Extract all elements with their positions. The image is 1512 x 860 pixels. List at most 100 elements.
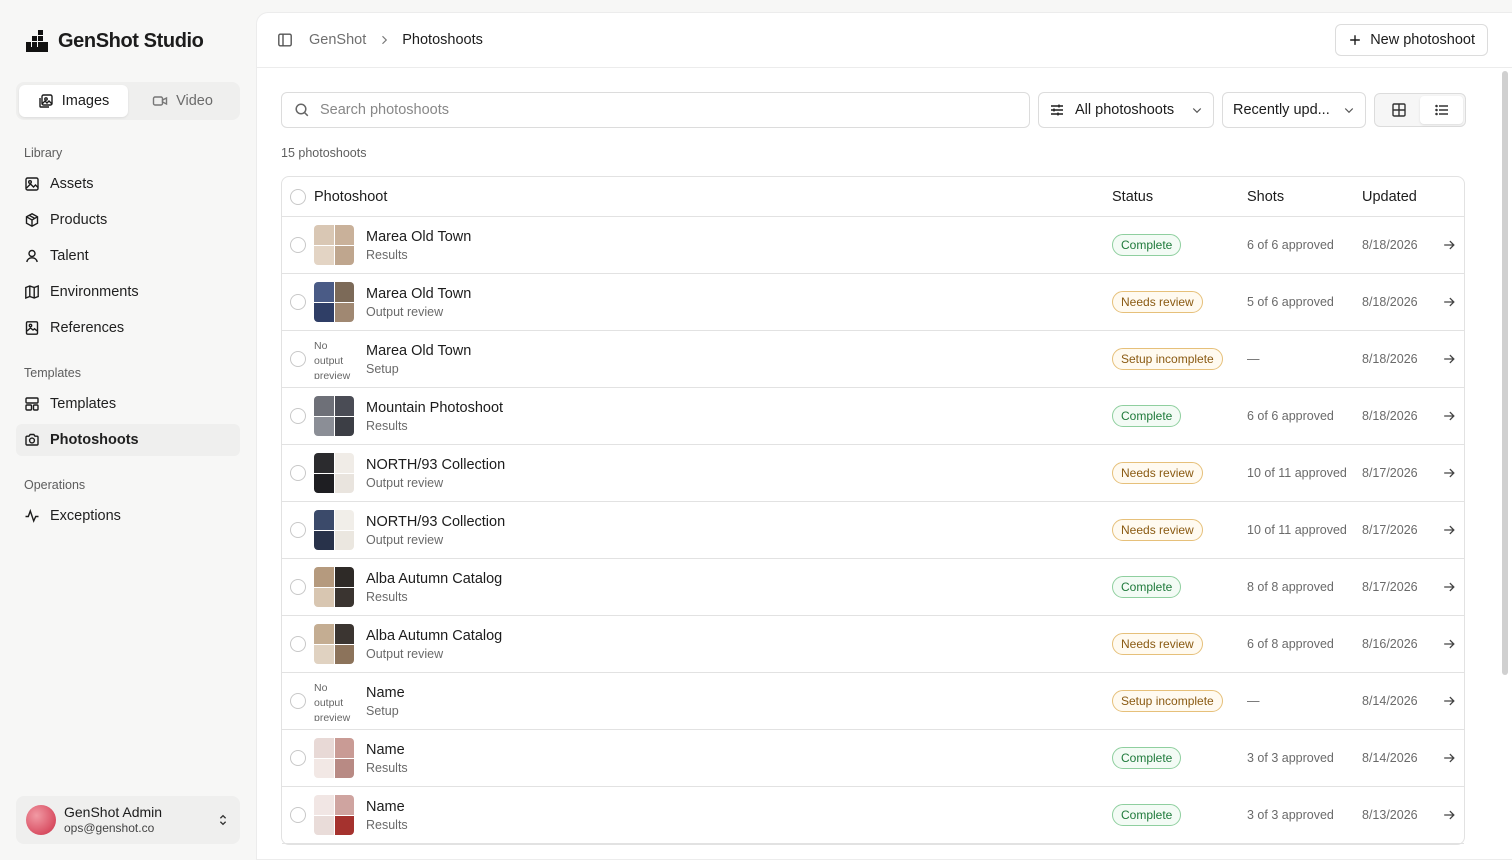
status-badge: Complete bbox=[1112, 804, 1182, 826]
table-row[interactable]: Alba Autumn Catalog Results Complete 8 o… bbox=[282, 559, 1464, 616]
arrow-right-icon[interactable] bbox=[1442, 466, 1456, 480]
updated-date: 8/18/2026 bbox=[1362, 238, 1418, 252]
status-badge: Setup incomplete bbox=[1112, 348, 1223, 370]
brand[interactable]: GenShot Studio bbox=[16, 0, 240, 82]
mode-images-button[interactable]: Images bbox=[19, 85, 128, 117]
row-checkbox[interactable] bbox=[290, 237, 306, 253]
activity-icon bbox=[25, 508, 39, 523]
shots-count: — bbox=[1247, 694, 1260, 708]
scrollbar[interactable] bbox=[1502, 71, 1508, 675]
sidebar-item-products[interactable]: Products bbox=[16, 204, 240, 236]
status-badge: Complete bbox=[1112, 234, 1182, 256]
chevron-right-icon bbox=[382, 35, 388, 45]
table-row[interactable]: NORTH/93 Collection Output review Needs … bbox=[282, 502, 1464, 559]
package-icon bbox=[25, 213, 39, 227]
row-title: Marea Old Town bbox=[366, 228, 472, 245]
status-badge: Needs review bbox=[1112, 519, 1203, 541]
status-badge: Complete bbox=[1112, 576, 1182, 598]
sidebar-item-environments[interactable]: Environments bbox=[16, 276, 240, 308]
shots-count: 8 of 8 approved bbox=[1247, 580, 1334, 594]
arrow-right-icon[interactable] bbox=[1442, 523, 1456, 537]
arrow-right-icon[interactable] bbox=[1442, 694, 1456, 708]
row-checkbox[interactable] bbox=[290, 465, 306, 481]
column-updated[interactable]: Updated bbox=[1362, 189, 1434, 205]
sort-select[interactable]: Recently upd... bbox=[1222, 92, 1366, 128]
arrow-right-icon[interactable] bbox=[1442, 637, 1456, 651]
table-row[interactable]: Alba Autumn Catalog Output review Needs … bbox=[282, 616, 1464, 673]
search-input[interactable]: Search photoshoots bbox=[281, 92, 1030, 128]
row-checkbox[interactable] bbox=[290, 807, 306, 823]
table-row[interactable]: NORTH/93 Collection Output review Needs … bbox=[282, 445, 1464, 502]
shots-count: 3 of 3 approved bbox=[1247, 751, 1334, 765]
row-title: Name bbox=[366, 741, 405, 758]
mode-video-button[interactable]: Video bbox=[128, 85, 237, 117]
arrow-right-icon[interactable] bbox=[1442, 751, 1456, 765]
row-checkbox[interactable] bbox=[290, 351, 306, 367]
arrow-right-icon[interactable] bbox=[1442, 295, 1456, 309]
table-row[interactable]: Name Results Complete 3 of 3 approved 8/… bbox=[282, 787, 1464, 844]
column-photoshoot[interactable]: Photoshoot bbox=[314, 189, 1112, 205]
sidebar-item-talent[interactable]: Talent bbox=[16, 240, 240, 272]
updated-date: 8/18/2026 bbox=[1362, 409, 1418, 423]
row-checkbox[interactable] bbox=[290, 750, 306, 766]
column-status[interactable]: Status bbox=[1112, 189, 1247, 205]
row-checkbox[interactable] bbox=[290, 579, 306, 595]
chevrons-up-down-icon bbox=[219, 814, 227, 826]
table-row[interactable]: No output preview Name Setup Setup incom… bbox=[282, 673, 1464, 730]
row-title: Marea Old Town bbox=[366, 342, 472, 359]
sliders-icon bbox=[1051, 104, 1063, 116]
row-checkbox[interactable] bbox=[290, 636, 306, 652]
updated-date: 8/17/2026 bbox=[1362, 466, 1418, 480]
photoshoot-thumbnail bbox=[314, 282, 354, 322]
user-menu[interactable]: GenShot Admin ops@genshot.co bbox=[16, 796, 240, 844]
sidebar-item-assets[interactable]: Assets bbox=[16, 168, 240, 200]
scope-filter-select[interactable]: All photoshoots bbox=[1038, 92, 1214, 128]
status-badge: Complete bbox=[1112, 405, 1182, 427]
result-count: 15 photoshoots bbox=[281, 146, 367, 160]
list-view-button[interactable] bbox=[1420, 96, 1463, 124]
sidebar-item-exceptions[interactable]: Exceptions bbox=[16, 500, 240, 532]
arrow-right-icon[interactable] bbox=[1442, 808, 1456, 822]
table-row[interactable]: No output preview Marea Old Town Setup S… bbox=[282, 331, 1464, 388]
updated-date: 8/14/2026 bbox=[1362, 694, 1418, 708]
grid-icon bbox=[1391, 103, 1406, 117]
photoshoot-thumbnail bbox=[314, 225, 354, 265]
sidebar-item-photoshoots[interactable]: Photoshoots bbox=[16, 424, 240, 456]
chevron-down-icon bbox=[1192, 108, 1202, 114]
arrow-right-icon[interactable] bbox=[1442, 238, 1456, 252]
row-title: Alba Autumn Catalog bbox=[366, 627, 503, 644]
sort-value: Recently upd... bbox=[1233, 102, 1330, 118]
sidebar-toggle-icon[interactable] bbox=[277, 32, 293, 48]
no-preview-placeholder: No output preview bbox=[314, 340, 351, 379]
grid-view-button[interactable] bbox=[1377, 96, 1420, 124]
column-shots[interactable]: Shots bbox=[1247, 189, 1362, 205]
new-photoshoot-button[interactable]: New photoshoot bbox=[1335, 24, 1488, 56]
row-subtitle: Results bbox=[366, 817, 408, 832]
select-all-checkbox[interactable] bbox=[290, 188, 306, 205]
table-row[interactable]: Name Results Complete 3 of 3 approved 8/… bbox=[282, 730, 1464, 787]
arrow-right-icon[interactable] bbox=[1442, 352, 1456, 366]
arrow-right-icon[interactable] bbox=[1442, 409, 1456, 423]
table-row[interactable]: Mountain Photoshoot Results Complete 6 o… bbox=[282, 388, 1464, 445]
plus-icon bbox=[1350, 35, 1361, 45]
breadcrumb-root[interactable]: GenShot bbox=[309, 32, 366, 48]
table-row[interactable]: Marea Old Town Results Complete 6 of 6 a… bbox=[282, 217, 1464, 274]
arrow-right-icon[interactable] bbox=[1442, 580, 1456, 594]
sidebar-item-templates[interactable]: Templates bbox=[16, 388, 240, 420]
sidebar-item-label: Templates bbox=[50, 396, 117, 412]
updated-date: 8/17/2026 bbox=[1362, 523, 1418, 537]
sidebar-item-label: Assets bbox=[50, 176, 94, 192]
updated-date: 8/17/2026 bbox=[1362, 580, 1418, 594]
row-checkbox[interactable] bbox=[290, 522, 306, 538]
row-checkbox[interactable] bbox=[290, 693, 306, 709]
row-checkbox[interactable] bbox=[290, 294, 306, 310]
row-checkbox[interactable] bbox=[290, 408, 306, 424]
row-title: Alba Autumn Catalog bbox=[366, 570, 503, 587]
row-title: Name bbox=[366, 684, 405, 701]
sidebar-item-references[interactable]: References bbox=[16, 312, 240, 344]
status-badge: Setup incomplete bbox=[1112, 690, 1223, 712]
table-row[interactable]: Marea Old Town Output review Needs revie… bbox=[282, 274, 1464, 331]
row-title: Marea Old Town bbox=[366, 285, 472, 302]
shots-count: 6 of 6 approved bbox=[1247, 409, 1334, 423]
no-preview-placeholder: No output preview bbox=[314, 682, 351, 721]
